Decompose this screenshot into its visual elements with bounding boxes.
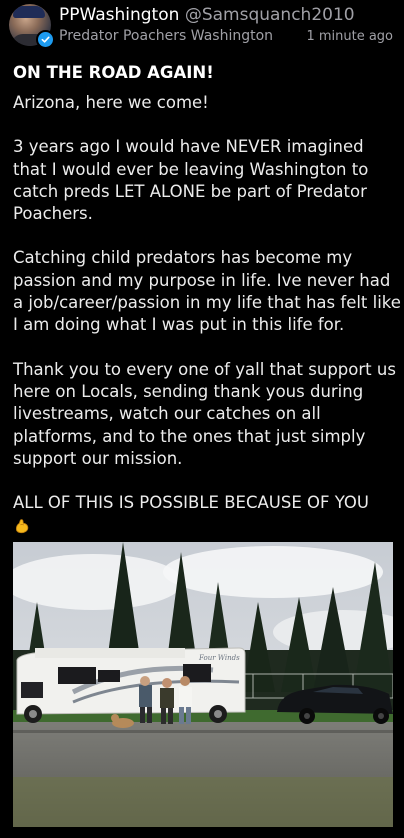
author-display-name[interactable]: PPWashington bbox=[59, 5, 179, 25]
motorhome-brand-text: Four Winds bbox=[198, 654, 240, 662]
post-paragraph: Thank you to every one of yall that supp… bbox=[13, 359, 396, 468]
closing-text: ALL OF THIS IS POSSIBLE BECAUSE OF YOU bbox=[13, 493, 369, 513]
author-line: PPWashington @Samsquanch2010 bbox=[59, 4, 355, 26]
checkmark-icon bbox=[41, 36, 50, 43]
verified-badge-icon bbox=[36, 30, 55, 49]
post-paragraph: Catching child predators has become my p… bbox=[13, 248, 401, 335]
post-body: ON THE ROAD AGAIN! Arizona, here we come… bbox=[13, 61, 401, 537]
post-timestamp: 1 minute ago bbox=[306, 29, 393, 44]
flexed-biceps-icon bbox=[13, 517, 31, 535]
rv-photo-illustration: Four Winds bbox=[13, 542, 393, 827]
author-handle[interactable]: @Samsquanch2010 bbox=[185, 5, 355, 25]
post-paragraph: Arizona, here we come! bbox=[13, 93, 209, 112]
post-photo[interactable]: Four Winds bbox=[13, 542, 393, 827]
community-name[interactable]: Predator Poachers Washington bbox=[59, 27, 273, 45]
post-paragraph: 3 years ago I would have NEVER imagined … bbox=[13, 137, 369, 224]
post-title: ON THE ROAD AGAIN! bbox=[13, 63, 214, 82]
post-paragraph-closing: ALL OF THIS IS POSSIBLE BECAUSE OF YOU bbox=[13, 492, 401, 537]
avatar-cap bbox=[13, 6, 45, 18]
post-header: PPWashington @Samsquanch2010 Predator Po… bbox=[0, 0, 404, 56]
